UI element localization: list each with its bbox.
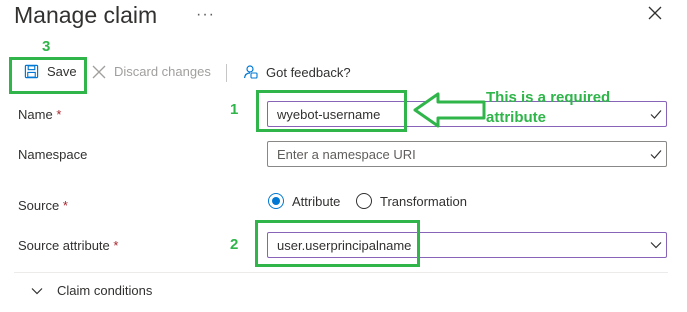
feedback-button[interactable]: Got feedback?: [242, 64, 351, 80]
annotation-note-line1: This is a required: [486, 89, 611, 106]
name-label-text: Name: [18, 107, 53, 122]
annotation-box-source-attribute: [255, 220, 420, 267]
source-label: Source *: [18, 198, 68, 213]
close-icon[interactable]: [646, 4, 664, 22]
feedback-label: Got feedback?: [266, 64, 351, 80]
source-attribute-label-text: Source attribute: [18, 238, 110, 253]
discard-label: Discard changes: [114, 64, 211, 79]
toolbar-divider: [226, 64, 227, 82]
annotation-box-save: [9, 57, 87, 94]
more-options-button[interactable]: ···: [196, 6, 215, 24]
discard-changes-button[interactable]: Discard changes: [92, 64, 211, 79]
annotation-number-2: 2: [230, 236, 239, 253]
name-label: Name *: [18, 107, 61, 122]
namespace-field[interactable]: [267, 141, 667, 167]
discard-icon: [92, 65, 106, 78]
annotation-arrow-icon: [413, 92, 486, 128]
namespace-label: Namespace: [18, 147, 88, 162]
claim-conditions-expander[interactable]: Claim conditions: [30, 283, 152, 298]
radio-label-attribute: Attribute: [292, 193, 341, 209]
required-mark: *: [113, 238, 119, 253]
radio-selected-icon: [268, 193, 284, 209]
check-icon: [650, 150, 662, 159]
annotation-box-name: [256, 90, 407, 132]
annotation-note-line2: attribute: [486, 109, 546, 126]
radio-unselected-icon: [356, 193, 372, 209]
claim-conditions-label: Claim conditions: [57, 283, 153, 298]
annotation-note: This is a required attribute: [486, 88, 666, 128]
radio-label-transformation: Transformation: [380, 193, 467, 209]
feedback-icon: [243, 65, 258, 79]
annotation-number-1: 1: [230, 101, 239, 118]
chevron-down-icon: [31, 287, 43, 294]
source-label-text: Source: [18, 198, 60, 213]
required-mark: *: [62, 198, 68, 213]
required-mark: *: [56, 107, 62, 122]
section-divider: [14, 272, 668, 273]
annotation-number-3: 3: [42, 38, 51, 55]
source-transformation-radio[interactable]: Transformation: [356, 193, 467, 209]
chevron-down-icon[interactable]: [649, 238, 663, 252]
source-attribute-label: Source attribute *: [18, 238, 118, 253]
page-title: Manage claim: [14, 2, 158, 28]
source-attribute-radio[interactable]: Attribute: [268, 193, 340, 209]
